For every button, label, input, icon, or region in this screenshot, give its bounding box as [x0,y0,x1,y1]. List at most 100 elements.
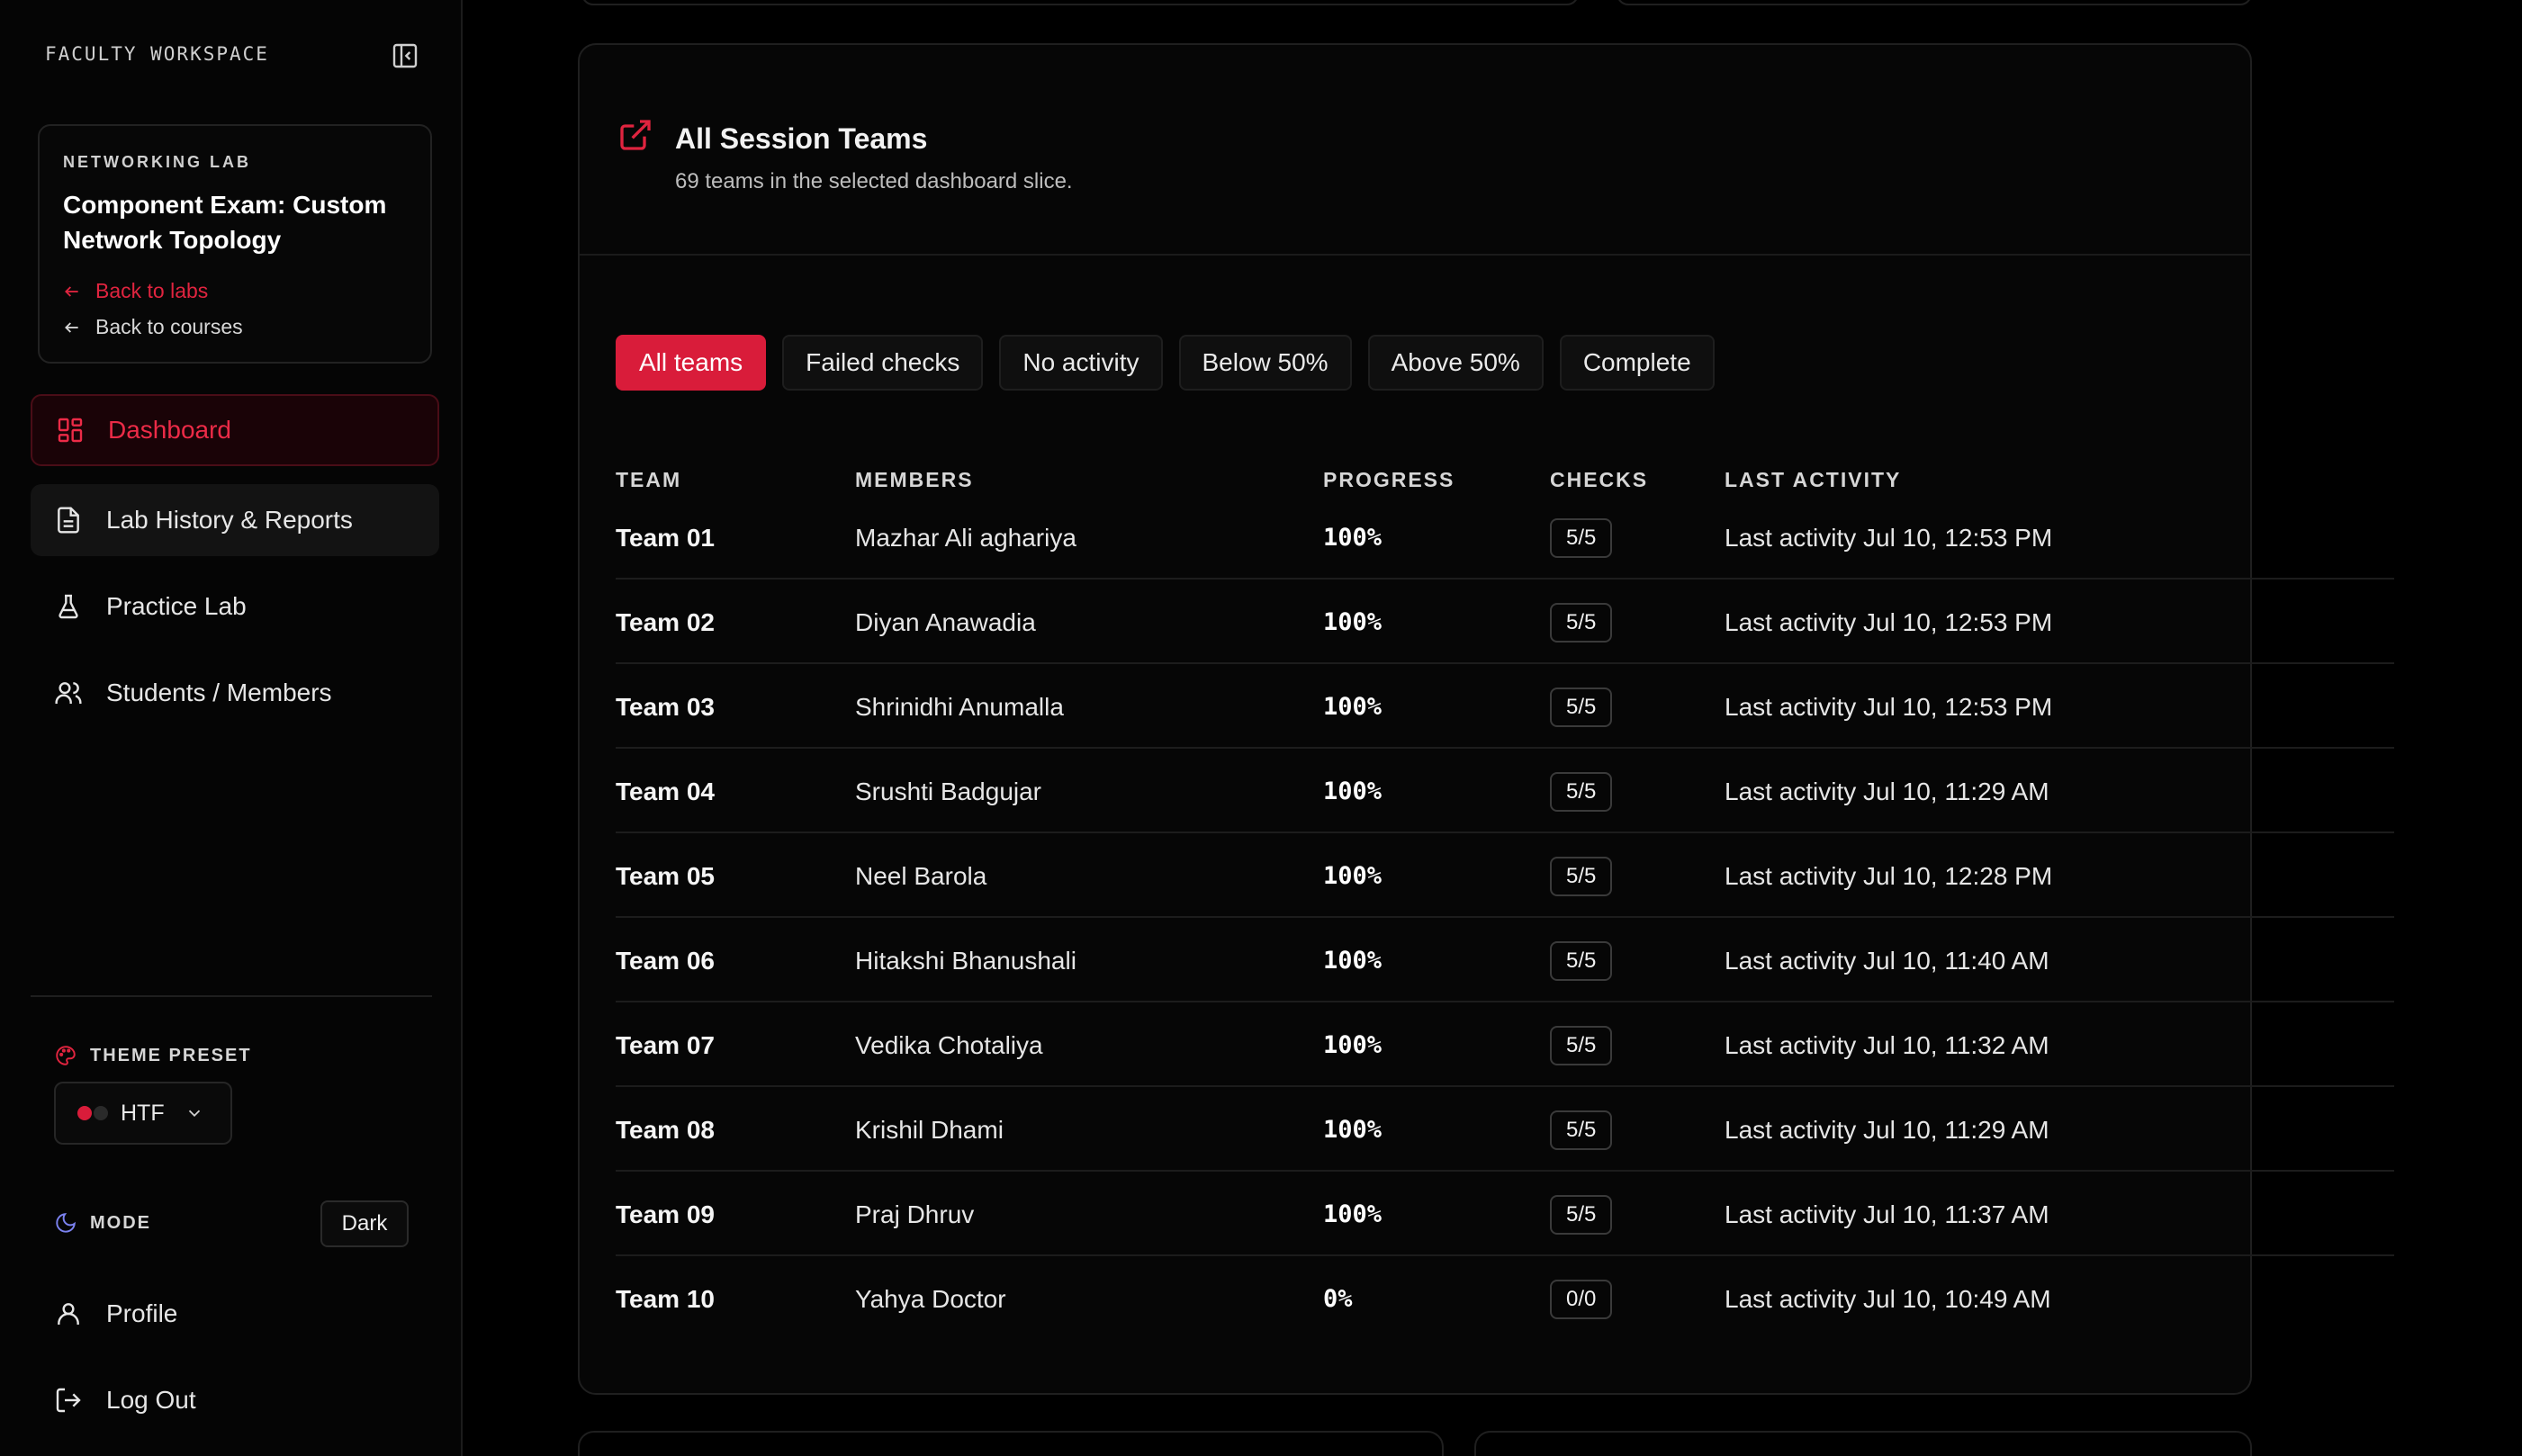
checks-badge: 0/0 [1550,1280,1613,1319]
table-header: TEAM MEMBERS PROGRESS CHECKS LAST ACTIVI… [616,459,2394,495]
table-row[interactable]: Team 01 Mazhar Ali aghariya 100% 5/5 Last ac… [616,495,2394,580]
members-cell: Srushti Badgujar [855,777,1042,805]
progress-cell: 0% [1323,1285,1353,1313]
members-cell: Mazhar Ali aghariya [855,524,1076,552]
table-row[interactable]: Team 06 Hitakshi Bhanushali 100% 5/5 Last ac… [616,918,2394,1002]
filter-above-50[interactable]: Above 50% [1367,335,1544,391]
panel-divider [580,254,2250,256]
last-activity-cell: Last activity Jul 10, 11:29 AM [1725,1116,2049,1144]
team-cell: Team 08 [616,1116,715,1144]
users-icon [55,682,82,704]
filter-below-50[interactable]: Below 50% [1178,335,1352,391]
filter-complete[interactable]: Complete [1559,335,1715,391]
card-below-left [578,1431,1444,1456]
sidebar-item-students[interactable]: Students / Members [31,657,439,729]
checks-badge: 5/5 [1550,1110,1613,1150]
table-row[interactable]: Team 10 Yahya Doctor 0% 0/0 Last activity Ju… [616,1256,2394,1341]
team-cell: Team 05 [616,862,715,890]
theme-preset-value: HTF [121,1100,165,1126]
sidebar-item-dashboard[interactable]: Dashboard [31,394,439,466]
sidebar-item-logout[interactable]: Log Out [31,1364,439,1436]
swatch-primary [77,1106,92,1120]
progress-cell: 100% [1323,947,1383,975]
lab-category: NETWORKING LAB [63,153,251,171]
lab-name: Component Exam: Custom Network Topology [63,191,387,254]
palette-icon [56,1046,76,1065]
flask-icon [59,594,78,619]
swatch-secondary [94,1106,108,1120]
sidebar-divider [31,995,432,997]
members-cell: Praj Dhruv [855,1200,975,1228]
workspace-title: FACULTY WORKSPACE [45,43,269,65]
table-row[interactable]: Team 02 Diyan Anawadia 100% 5/5 Last activit… [616,580,2394,664]
sidebar-collapse-icon [392,43,418,68]
sidebar-item-history[interactable]: Lab History & Reports [31,484,439,556]
progress-cell: 100% [1323,1116,1383,1144]
arrow-left-icon [65,321,78,333]
checks-badge: 5/5 [1550,1026,1613,1065]
checks-badge: 5/5 [1550,772,1613,812]
table-row[interactable]: Team 03 Shrinidhi Anumalla 100% 5/5 Last act… [616,664,2394,749]
progress-cell: 100% [1323,524,1383,552]
theme-swatches [77,1106,108,1120]
progress-cell: 100% [1323,693,1383,721]
members-cell: Hitakshi Bhanushali [855,947,1076,975]
theme-preset-label: THEME PRESET [54,1044,252,1067]
filter-failed-checks[interactable]: Failed checks [782,335,984,391]
dashboard-icon [58,418,83,443]
team-cell: Team 01 [616,524,715,552]
mode-text: MODE [90,1212,151,1233]
logout-icon [56,1388,81,1413]
column-header-members: MEMBERS [855,468,974,491]
external-link-icon[interactable] [617,117,653,153]
table-body: Team 01 Mazhar Ali aghariya 100% 5/5 Last ac… [616,495,2394,1341]
back-to-courses-link[interactable]: Back to courses [63,315,243,339]
column-header-checks: CHECKS [1550,468,1649,491]
sidebar-item-practice-lab[interactable]: Practice Lab [31,571,439,643]
sidebar-item-profile[interactable]: Profile [31,1278,439,1350]
arrow-left-icon [65,285,78,297]
table-row[interactable]: Team 09 Praj Dhruv 100% 5/5 Last activity Ju… [616,1172,2394,1256]
checks-badge: 5/5 [1550,518,1613,558]
team-cell: Team 09 [616,1200,715,1228]
theme-preset-select[interactable]: HTF [54,1082,232,1145]
panel-subtitle: 69 teams in the selected dashboard slice… [675,169,1073,193]
back-to-labs-label: Back to labs [95,279,209,302]
sidebar-item-label: Profile [106,1299,178,1327]
progress-cell: 100% [1323,1200,1383,1228]
panel-title: All Session Teams [675,122,928,155]
chevron-down-icon [188,1110,200,1118]
filter-all-teams[interactable]: All teams [616,335,767,391]
card-below-right [1474,1431,2252,1456]
mode-toggle-button[interactable]: Dark [320,1200,409,1247]
table-row[interactable]: Team 08 Krishil Dhami 100% 5/5 Last activity… [616,1087,2394,1172]
members-cell: Diyan Anawadia [855,608,1036,636]
lab-card: NETWORKING LAB Component Exam: Custom Ne… [38,124,432,364]
progress-cell: 100% [1323,777,1383,805]
progress-cell: 100% [1323,1031,1383,1059]
session-teams-panel: All Session Teams 69 teams in the select… [578,43,2394,1395]
sidebar-item-label: Students / Members [106,679,332,706]
moon-icon [56,1213,76,1233]
members-cell: Krishil Dhami [855,1116,1004,1144]
column-header-last-activity: LAST ACTIVITY [1725,468,1902,491]
checks-badge: 5/5 [1550,1195,1613,1235]
table-row[interactable]: Team 05 Neel Barola 100% 5/5 Last activity J… [616,833,2394,918]
table-row[interactable]: Team 07 Vedika Chotaliya 100% 5/5 Last activ… [616,1002,2394,1087]
filter-bar: All teams Failed checks No activity Belo… [616,335,1715,391]
back-to-courses-label: Back to courses [95,315,243,338]
mode-label: MODE [54,1211,151,1235]
last-activity-cell: Last activity Jul 10, 12:53 PM [1725,693,2053,721]
sidebar-item-label: Lab History & Reports [106,506,353,534]
table-row[interactable]: Team 04 Srushti Badgujar 100% 5/5 Last activ… [616,749,2394,833]
collapse-sidebar-button[interactable] [391,41,419,70]
back-to-labs-link[interactable]: Back to labs [63,279,208,303]
checks-badge: 5/5 [1550,603,1613,643]
file-text-icon [58,507,79,534]
last-activity-cell: Last activity Jul 10, 11:29 AM [1725,777,2049,805]
filter-no-activity[interactable]: No activity [999,335,1163,391]
last-activity-cell: Last activity Jul 10, 12:53 PM [1725,608,2053,636]
sidebar-item-label: Dashboard [108,416,231,444]
user-icon [58,1303,79,1325]
members-cell: Yahya Doctor [855,1285,1006,1313]
